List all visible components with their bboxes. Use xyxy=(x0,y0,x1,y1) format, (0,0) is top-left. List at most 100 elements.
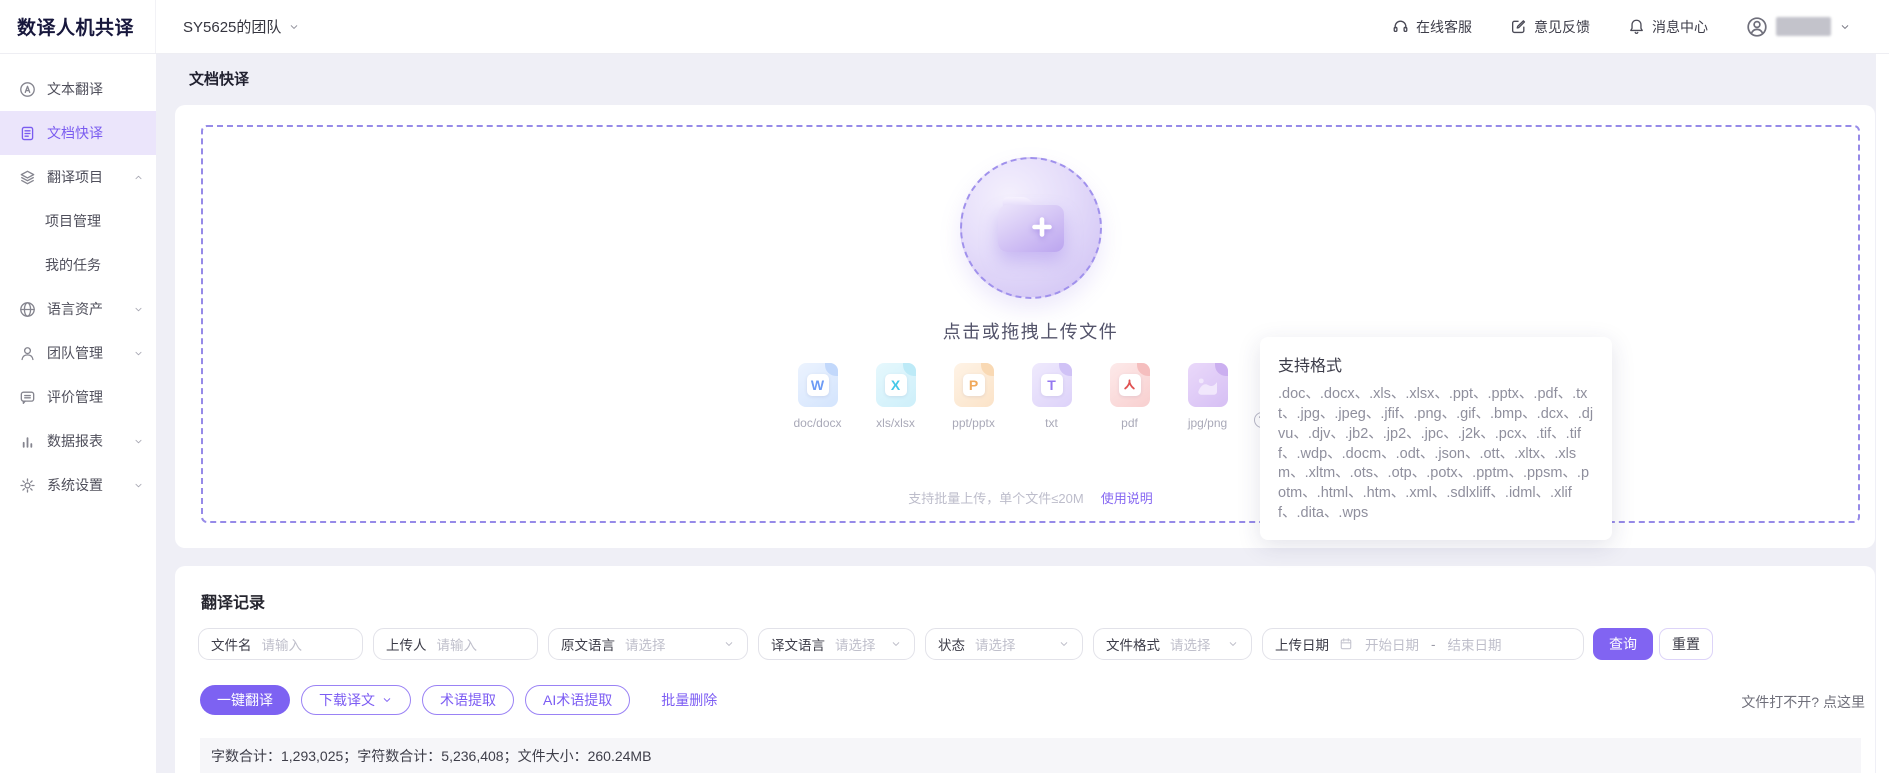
filter-source-language[interactable]: 原文语言请选择 xyxy=(548,628,748,660)
chevron-down-icon xyxy=(381,694,393,706)
sidebar-item-system-settings[interactable]: 系统设置 xyxy=(0,463,156,507)
tooltip-body: .doc、.docx、.xls、.xlsx、.ppt、.pptx、.pdf、.t… xyxy=(1278,385,1594,524)
ppt-file-icon: P xyxy=(954,363,994,407)
sidebar-item-text-translate[interactable]: 文本翻译 xyxy=(0,67,156,111)
filter-placeholder: 请输入 xyxy=(262,634,303,654)
upload-hint: 支持批量上传，单个文件≤20M xyxy=(908,491,1083,506)
image-file-icon xyxy=(1188,363,1228,407)
sidebar-item-language-assets[interactable]: 语言资产 xyxy=(0,287,156,331)
chevron-down-icon xyxy=(890,638,902,650)
chevron-down-icon xyxy=(133,348,144,359)
chevron-down-icon xyxy=(1839,21,1851,33)
chevron-down-icon xyxy=(1058,638,1070,650)
term-extract-button[interactable]: 术语提取 xyxy=(422,685,514,715)
download-translation-button[interactable]: 下载译文 xyxy=(301,685,411,715)
batch-delete-button[interactable]: 批量删除 xyxy=(655,685,723,715)
date-separator: - xyxy=(1431,637,1436,652)
start-date-input[interactable]: 开始日期 xyxy=(1365,634,1419,654)
topbar-link-feedback[interactable]: 意见反馈 xyxy=(1510,17,1590,37)
sidebar-subitem-translation-projects-1[interactable]: 我的任务 xyxy=(0,243,156,287)
stat-label: 字符数合计： xyxy=(357,746,441,766)
query-button[interactable]: 查询 xyxy=(1593,628,1653,660)
filter-label: 译文语言 xyxy=(771,634,825,654)
filter-label: 文件名 xyxy=(211,634,252,654)
stat-value: 260.24MB xyxy=(588,748,652,764)
username-redacted xyxy=(1776,17,1831,36)
filter-upload-date[interactable]: 上传日期开始日期-结束日期 xyxy=(1262,628,1584,660)
bell-icon xyxy=(1628,18,1645,35)
action-label: 术语提取 xyxy=(440,690,496,710)
sidebar-item-doc-quick-translate[interactable]: 文档快译 xyxy=(0,111,156,155)
sidebar-item-label: 文档快译 xyxy=(47,123,103,143)
format-glyph: T xyxy=(1041,374,1063,396)
sidebar-item-label: 文本翻译 xyxy=(47,79,103,99)
filter-status[interactable]: 状态请选择 xyxy=(925,628,1083,660)
sidebar-item-label: 系统设置 xyxy=(47,475,103,495)
bar-chart-icon xyxy=(19,433,36,450)
ai-term-extract-button[interactable]: AI术语提取 xyxy=(525,685,630,715)
headset-icon xyxy=(1392,18,1409,35)
stats-bar: 字数合计：1,293,025；字符数合计：5,236,408；文件大小：260.… xyxy=(200,738,1861,773)
team-selector[interactable]: SY5625的团队 xyxy=(183,16,300,37)
filter-placeholder: 请选择 xyxy=(835,634,876,654)
sidebar-item-label: 翻译项目 xyxy=(47,167,103,187)
sidebar-item-team-management[interactable]: 团队管理 xyxy=(0,331,156,375)
stat-value: 1,293,025 xyxy=(281,748,343,764)
topbar-right: 在线客服 意见反馈 消息中心 xyxy=(1392,16,1889,38)
end-date-input[interactable]: 结束日期 xyxy=(1448,634,1502,654)
sidebar: 文本翻译文档快译翻译项目项目管理我的任务语言资产团队管理评价管理数据报表系统设置 xyxy=(0,54,156,773)
sidebar-item-label: 团队管理 xyxy=(47,343,103,363)
format-glyph: P xyxy=(963,374,985,396)
supported-formats-tooltip: 支持格式 .doc、.docx、.xls、.xlsx、.ppt、.pptx、.p… xyxy=(1260,337,1612,540)
pdf-glyph xyxy=(1119,374,1141,396)
topbar-link-online-service[interactable]: 在线客服 xyxy=(1392,17,1472,37)
stat-value: 5,236,408 xyxy=(441,748,503,764)
stat-separator: ； xyxy=(504,746,518,766)
filter-uploader[interactable]: 上传人请输入 xyxy=(373,628,538,660)
format-glyph: X xyxy=(885,374,907,396)
sidebar-item-review-management[interactable]: 评价管理 xyxy=(0,375,156,419)
user-menu[interactable] xyxy=(1746,16,1851,38)
layers-icon xyxy=(19,169,36,186)
reset-button[interactable]: 重置 xyxy=(1659,628,1713,660)
action-label: 下载译文 xyxy=(319,690,375,710)
sidebar-subitem-translation-projects-0[interactable]: 项目管理 xyxy=(0,199,156,243)
text-translate-icon xyxy=(19,81,36,98)
main-content: 文档快译 点击或拖拽上传文件 Wdoc/docxXxls/xlsxPppt/pp… xyxy=(156,54,1889,773)
format-label: doc/docx xyxy=(793,416,841,430)
format-image: jpg/png xyxy=(1182,363,1234,430)
format-label: txt xyxy=(1045,416,1058,430)
scrollbar-track[interactable] xyxy=(1876,54,1889,773)
globe-icon xyxy=(19,301,36,318)
plus-icon xyxy=(1030,215,1054,239)
usage-guide-link[interactable]: 使用说明 xyxy=(1101,491,1153,506)
filter-file-name[interactable]: 文件名请输入 xyxy=(198,628,363,660)
one-click-translate-button[interactable]: 一键翻译 xyxy=(200,685,290,715)
sidebar-item-translation-projects[interactable]: 翻译项目 xyxy=(0,155,156,199)
chevron-down-icon xyxy=(133,436,144,447)
records-card: 翻译记录 文件名请输入上传人请输入原文语言请选择译文语言请选择状态请选择文件格式… xyxy=(175,566,1875,773)
sidebar-item-label: 数据报表 xyxy=(47,431,103,451)
upload-button[interactable] xyxy=(960,157,1102,299)
actions-row: 一键翻译 下载译文 术语提取 AI术语提取批量删除 xyxy=(200,685,723,715)
filter-file-format[interactable]: 文件格式请选择 xyxy=(1093,628,1252,660)
stat-label: 文件大小： xyxy=(518,746,588,766)
chevron-up-icon xyxy=(133,172,144,183)
stat-separator: ； xyxy=(343,746,357,766)
txt-file-icon: T xyxy=(1032,363,1072,407)
calendar-icon xyxy=(1339,637,1353,651)
pdf-glyph xyxy=(1122,378,1137,393)
format-excel: Xxls/xlsx xyxy=(870,363,922,430)
feedback-icon xyxy=(1510,18,1527,35)
filter-label: 文件格式 xyxy=(1106,634,1160,654)
format-ppt: Pppt/pptx xyxy=(948,363,1000,430)
chevron-down-icon xyxy=(288,21,300,33)
team-name: SY5625的团队 xyxy=(183,16,281,37)
format-txt: Ttxt xyxy=(1026,363,1078,430)
folder-plus-icon xyxy=(998,202,1064,252)
filter-target-language[interactable]: 译文语言请选择 xyxy=(758,628,915,660)
sidebar-item-data-reports[interactable]: 数据报表 xyxy=(0,419,156,463)
file-open-link[interactable]: 点这里 xyxy=(1823,694,1865,710)
topbar-link-message-center[interactable]: 消息中心 xyxy=(1628,17,1708,37)
format-word: Wdoc/docx xyxy=(792,363,844,430)
